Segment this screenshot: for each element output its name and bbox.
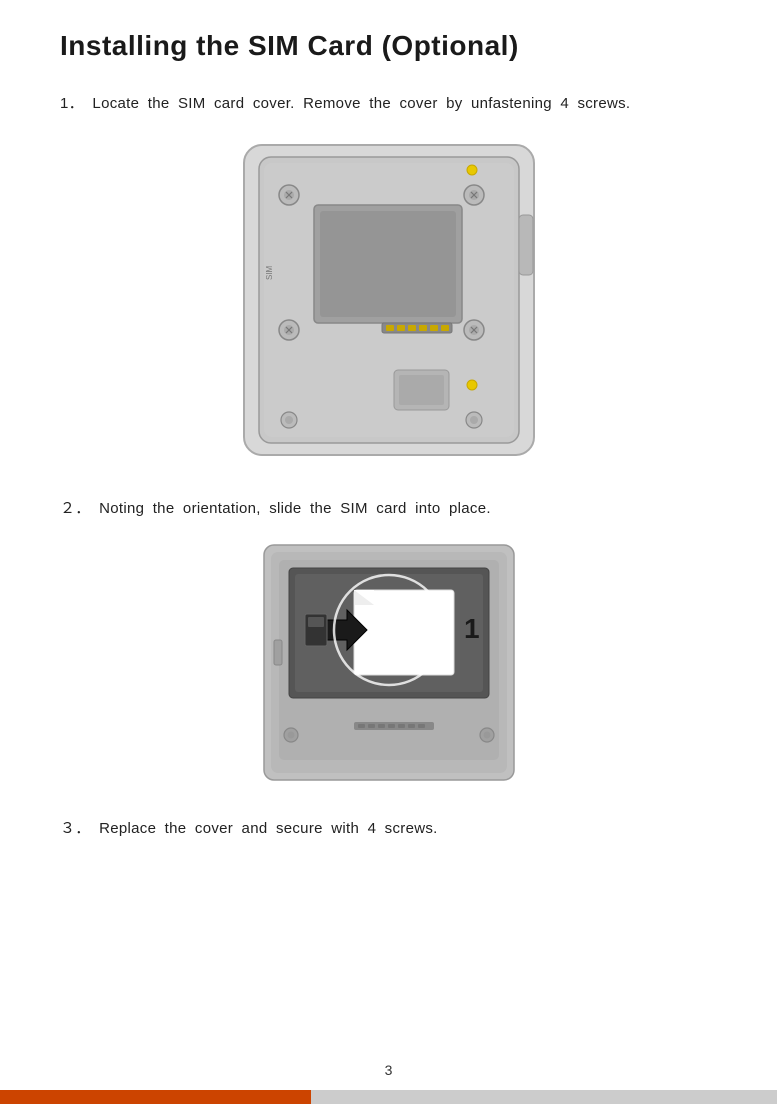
footer-bar (0, 1090, 777, 1104)
step-1: 1． Locate the SIM card cover. Remove the… (60, 90, 717, 465)
svg-text:1: 1 (464, 613, 480, 644)
sim-insert-svg: 1 (259, 540, 519, 785)
step-3: ３． Replace the cover and secure with 4 s… (60, 815, 717, 842)
step-1-number: 1． (60, 95, 84, 112)
page-footer: 3 (0, 1062, 777, 1104)
step-2-number: ２． (60, 500, 91, 517)
step-3-text: ３． Replace the cover and secure with 4 s… (60, 815, 717, 842)
sim-insert-image: 1 (259, 540, 519, 785)
step-3-number: ３． (60, 820, 91, 837)
page-number: 3 (0, 1062, 777, 1090)
footer-bar-orange (0, 1090, 311, 1104)
device-back-image: SIM (234, 135, 544, 465)
device-back-svg: SIM (234, 135, 544, 465)
step-2-text: ２． Noting the orientation, slide the SIM… (60, 495, 717, 522)
footer-bar-gray (311, 1090, 777, 1104)
step-1-text: 1． Locate the SIM card cover. Remove the… (60, 90, 717, 117)
page-title: Installing the SIM Card (Optional) (60, 30, 717, 62)
step-2: ２． Noting the orientation, slide the SIM… (60, 495, 717, 785)
step-2-image-container: 1 (60, 540, 717, 785)
page-content: Installing the SIM Card (Optional) 1． Lo… (0, 0, 777, 952)
svg-text:SIM: SIM (265, 265, 274, 280)
step-1-image-container: SIM (60, 135, 717, 465)
